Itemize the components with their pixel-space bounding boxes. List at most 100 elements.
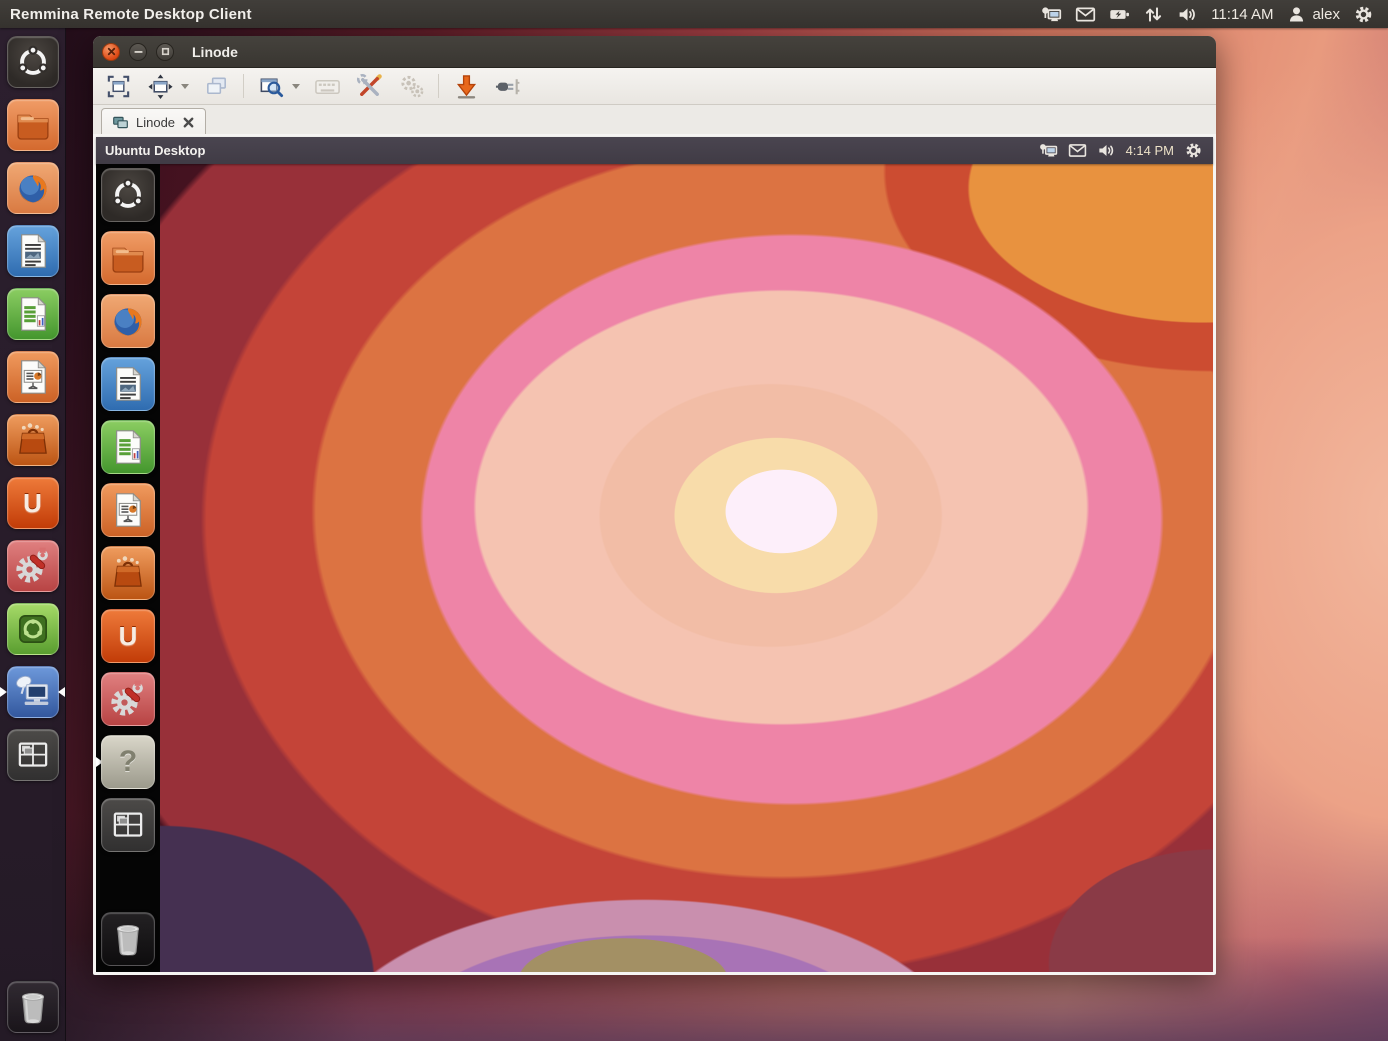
- launcher-remmina-wrap: [0, 666, 65, 718]
- window-minimize-button[interactable]: [129, 43, 147, 61]
- tab-screens-icon: [112, 114, 129, 131]
- battery-charging-icon[interactable]: [1109, 4, 1130, 25]
- minimize-dash-icon: [133, 46, 144, 57]
- duplicate-windows-icon: [203, 73, 230, 100]
- launcher-item-ubuntu-one[interactable]: U: [7, 477, 59, 529]
- remote-remmina-indicator-icon[interactable]: [1039, 141, 1058, 160]
- launcher-item-update-manager[interactable]: [7, 603, 59, 655]
- launcher-item-software-center[interactable]: [7, 414, 59, 466]
- orange-down-arrow-icon: [453, 73, 480, 100]
- writer-document-icon: [107, 363, 149, 405]
- remote-launcher-item-firefox[interactable]: [101, 294, 155, 348]
- impress-presentation-icon: [12, 356, 54, 398]
- remote-session-gear-icon[interactable]: [1184, 141, 1203, 160]
- screen: Remmina Remote Desktop Client 11:14 AM a…: [0, 0, 1388, 1041]
- launcher-item-workspace-switcher[interactable]: [7, 729, 59, 781]
- launcher-item-libreoffice-impress[interactable]: [7, 351, 59, 403]
- toggle-fullscreen-button[interactable]: [103, 71, 133, 101]
- window-maximize-button[interactable]: [156, 43, 174, 61]
- folder-icon: [12, 104, 54, 146]
- shopping-bag-icon: [12, 419, 54, 461]
- host-panel-app-title: Remmina Remote Desktop Client: [10, 6, 252, 23]
- remote-volume-icon[interactable]: [1097, 141, 1116, 160]
- user-menu[interactable]: alex: [1286, 4, 1340, 25]
- user-person-icon: [1286, 4, 1307, 25]
- remote-launcher-item-libreoffice-calc[interactable]: [101, 420, 155, 474]
- scaled-mode-magnifier-icon: [258, 73, 285, 100]
- preferences-button[interactable]: [396, 71, 426, 101]
- host-clock[interactable]: 11:14 AM: [1211, 6, 1273, 23]
- remote-launcher-item-software-center[interactable]: [101, 546, 155, 600]
- impress-presentation-icon: [107, 489, 149, 531]
- remote-clock[interactable]: 4:14 PM: [1126, 143, 1174, 158]
- gears-icon: [398, 73, 425, 100]
- toolbar-separator: [438, 74, 439, 98]
- remote-launcher-item-libreoffice-writer[interactable]: [101, 357, 155, 411]
- tools-button[interactable]: [354, 71, 384, 101]
- launcher-item-remmina[interactable]: [7, 666, 59, 718]
- trash-bucket-icon: [12, 986, 54, 1028]
- host-top-panel: Remmina Remote Desktop Client 11:14 AM a…: [0, 0, 1388, 28]
- close-x-icon: [106, 46, 117, 57]
- remote-top-panel: Ubuntu Desktop 4:14 PM: [96, 137, 1213, 164]
- grab-keyboard-button[interactable]: [312, 71, 342, 101]
- disconnect-button[interactable]: [493, 71, 523, 101]
- remote-launcher-item-dash-home[interactable]: [101, 168, 155, 222]
- launcher-item-trash[interactable]: [7, 981, 59, 1033]
- window-titlebar[interactable]: Linode: [93, 36, 1216, 68]
- mail-envelope-icon[interactable]: [1075, 4, 1096, 25]
- calc-spreadsheet-icon: [12, 293, 54, 335]
- volume-icon[interactable]: [1177, 4, 1198, 25]
- tab-bar: Linode: [93, 105, 1216, 136]
- remote-desktop-wallpaper[interactable]: [160, 164, 1213, 972]
- calc-spreadsheet-icon: [107, 426, 149, 468]
- remote-launcher-item-workspace-switcher[interactable]: [101, 798, 155, 852]
- host-launcher: U: [0, 28, 66, 1041]
- remote-launcher-item-home-folder[interactable]: [101, 231, 155, 285]
- remote-panel-title: Ubuntu Desktop: [105, 143, 205, 158]
- session-gear-icon[interactable]: [1353, 4, 1374, 25]
- firefox-icon: [12, 167, 54, 209]
- writer-document-icon: [12, 230, 54, 272]
- shopping-bag-icon: [107, 552, 149, 594]
- remote-launcher-item-system-settings[interactable]: [101, 672, 155, 726]
- remmina-app-icon: [12, 671, 54, 713]
- remote-mail-envelope-icon[interactable]: [1068, 141, 1087, 160]
- remote-launcher-unknown-wrap: ?: [96, 735, 160, 789]
- switch-tab-pages-button[interactable]: [201, 71, 231, 101]
- folder-icon: [107, 237, 149, 279]
- remmina-indicator-icon[interactable]: [1041, 4, 1062, 25]
- remote-launcher-item-trash[interactable]: [101, 912, 155, 966]
- username: alex: [1312, 6, 1340, 23]
- remote-panel-indicators: 4:14 PM: [1039, 141, 1213, 160]
- remote-session-view[interactable]: Ubuntu Desktop 4:14 PM U: [93, 134, 1216, 975]
- remmina-window: Linode Linode Ub: [93, 36, 1216, 975]
- scaled-mode-options-caret[interactable]: [292, 84, 300, 89]
- tab-linode[interactable]: Linode: [101, 108, 206, 136]
- remote-launcher: U ?: [96, 164, 160, 972]
- launcher-item-firefox[interactable]: [7, 162, 59, 214]
- keyboard-icon: [314, 73, 341, 100]
- fit-window-button[interactable]: [145, 71, 175, 101]
- question-mark-glyph: ?: [119, 745, 137, 779]
- launcher-item-dash-home[interactable]: [7, 36, 59, 88]
- fit-window-options-caret[interactable]: [181, 84, 189, 89]
- network-transfers-icon[interactable]: [1143, 4, 1164, 25]
- workspace-grid-icon: [12, 734, 54, 776]
- window-close-button[interactable]: [102, 43, 120, 61]
- launcher-item-libreoffice-writer[interactable]: [7, 225, 59, 277]
- ubuntu-logo-icon: [107, 174, 149, 216]
- tab-close-icon[interactable]: [182, 116, 195, 129]
- running-indicator-arrow: [0, 687, 7, 697]
- remote-launcher-item-unknown-app[interactable]: ?: [101, 735, 155, 789]
- remote-launcher-item-ubuntu-one[interactable]: U: [101, 609, 155, 663]
- remote-launcher-item-libreoffice-impress[interactable]: [101, 483, 155, 537]
- launcher-item-libreoffice-calc[interactable]: [7, 288, 59, 340]
- updater-gear-icon: [12, 608, 54, 650]
- minimize-window-button[interactable]: [451, 71, 481, 101]
- launcher-item-system-settings[interactable]: [7, 540, 59, 592]
- gear-wrench-icon: [107, 678, 149, 720]
- launcher-item-home-folder[interactable]: [7, 99, 59, 151]
- window-title: Linode: [192, 44, 238, 60]
- toggle-scaled-mode-button[interactable]: [256, 71, 286, 101]
